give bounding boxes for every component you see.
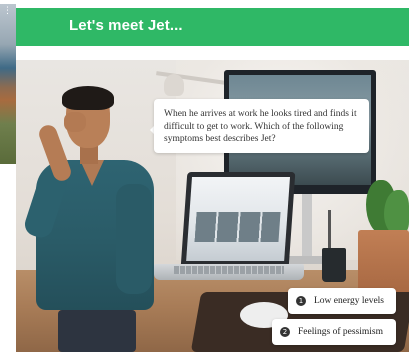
speech-bubble: When he arrives at work he looks tired a… [154,99,369,153]
previous-slide-thumbnail[interactable]: ⋮ [0,4,16,164]
more-vertical-icon[interactable]: ⋮ [3,7,12,16]
option-number-badge: 1 [296,296,306,306]
thumbnail-gap [0,164,16,352]
character-jet [21,86,162,352]
monitor-stand [302,194,312,260]
character-hand-on-forehead [64,112,86,132]
header-divider [16,46,409,60]
laptop-keyboard [174,266,284,274]
desk-lamp [164,74,184,96]
plant-leaf [384,190,409,234]
option-label: Low energy levels [314,296,384,306]
slide-title: Let's meet Jet... [69,17,183,34]
slide-thumbnail-strip: ⋮ [0,0,16,352]
character-pants [58,310,136,352]
answer-option-2[interactable]: 2 Feelings of pessimism [272,319,396,345]
option-number-badge: 2 [280,327,290,337]
pencil [328,210,331,250]
slide-canvas: Let's meet Jet... When he arrives at wor… [16,0,409,352]
option-label: Feelings of pessimism [298,327,383,337]
pencil-cup [322,248,346,282]
answer-option-1[interactable]: 1 Low energy levels [288,288,396,314]
laptop-thumbnails [194,212,281,242]
character-arm [116,184,152,294]
character-hair [62,86,114,110]
question-text: When he arrives at work he looks tired a… [164,109,357,144]
laptop [180,172,296,268]
